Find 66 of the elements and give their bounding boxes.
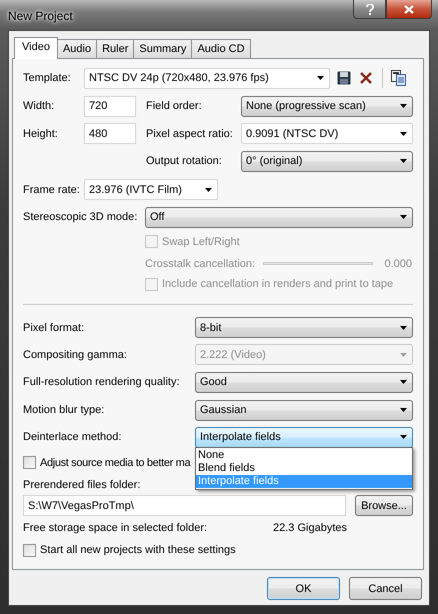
field-label: Compositing gamma: <box>23 348 128 360</box>
tab[interactable]: Summary <box>133 39 192 58</box>
caret-icon <box>400 215 407 219</box>
help-button[interactable] <box>353 0 386 19</box>
dropdown[interactable]: 8-bit <box>195 317 413 338</box>
dropdown[interactable]: 0.9091 (NTSC DV) <box>241 123 413 144</box>
dropdown[interactable]: NTSC DV 24p (720x480, 23.976 fps) <box>84 68 330 88</box>
caret-icon <box>400 326 407 330</box>
field-label: Field order: <box>146 100 203 112</box>
caret-icon <box>400 352 407 356</box>
input-field[interactable]: 480 <box>84 123 136 144</box>
window-title: New Project <box>8 9 73 23</box>
caret-icon <box>400 380 407 384</box>
field-label: Deinterlace method: <box>23 431 122 443</box>
input-field[interactable]: 720 <box>84 96 136 116</box>
list-option[interactable]: None <box>196 448 412 462</box>
dropdown[interactable]: Off <box>145 206 413 228</box>
list-option[interactable]: Blend fields <box>196 462 412 474</box>
field-label: Crosstalk cancellation: <box>145 258 256 270</box>
field-label: Pixel format: <box>23 322 86 334</box>
caret-icon <box>205 188 212 192</box>
field-label: Prerendered files folder: <box>23 479 140 491</box>
field-label: Width: <box>23 100 56 112</box>
tab[interactable]: Ruler <box>96 39 134 58</box>
tab[interactable]: Video <box>14 37 58 59</box>
dropdown[interactable]: 0° (original) <box>241 150 413 172</box>
browse-button[interactable]: Browse... <box>355 495 413 516</box>
checkbox-label: Adjust source media to better ma <box>40 456 190 468</box>
save-icon[interactable] <box>337 71 351 85</box>
input-field[interactable]: S:\W7\VegasProTmp\ <box>23 495 346 516</box>
field-label: Stereoscopic 3D mode: <box>23 211 138 223</box>
tab[interactable]: Audio CD <box>191 39 251 58</box>
cancel-button[interactable]: Cancel <box>349 577 422 600</box>
dropdown[interactable]: Good <box>195 372 413 392</box>
field-label: Height: <box>23 128 59 140</box>
field-label: Free storage space in selected folder: <box>23 522 208 534</box>
checkbox-label: Include cancellation in renders and print to tape <box>162 278 394 290</box>
field-label: Pixel aspect ratio: <box>146 128 234 140</box>
dropdown[interactable]: Interpolate fields <box>195 426 413 448</box>
close-button[interactable] <box>386 0 432 19</box>
caret-icon <box>400 104 407 108</box>
checkbox[interactable] <box>23 456 36 469</box>
dropdown[interactable]: Gaussian <box>195 400 413 420</box>
copy-icon[interactable] <box>391 70 406 86</box>
field-label: Output rotation: <box>146 155 223 167</box>
caret-icon <box>317 76 324 80</box>
field-label: Full-resolution rendering quality: <box>23 376 181 388</box>
tab[interactable]: Audio <box>56 39 98 58</box>
dropdown[interactable]: 23.976 (IVTC Film) <box>84 179 218 200</box>
checkbox[interactable] <box>23 544 36 556</box>
cross-icon[interactable] <box>360 72 372 84</box>
field-label: Motion blur type: <box>23 404 106 416</box>
caret-icon <box>400 132 407 136</box>
checkbox-label: Swap Left/Right <box>162 236 240 248</box>
storage-value: 22.3 Gigabytes <box>273 522 347 534</box>
slider-value: 0.000 <box>384 258 412 270</box>
caret-icon <box>400 435 407 439</box>
help-icon <box>366 4 374 14</box>
caret-icon <box>400 159 407 163</box>
close-icon <box>404 4 414 14</box>
caret-icon <box>400 408 407 412</box>
checkbox-label: Start all new projects with these settings <box>40 544 236 556</box>
dropdown[interactable]: None (progressive scan) <box>241 96 413 116</box>
field-label: Template: <box>23 72 72 84</box>
ok-button[interactable]: OK <box>267 577 340 600</box>
field-label: Frame rate: <box>23 184 81 196</box>
